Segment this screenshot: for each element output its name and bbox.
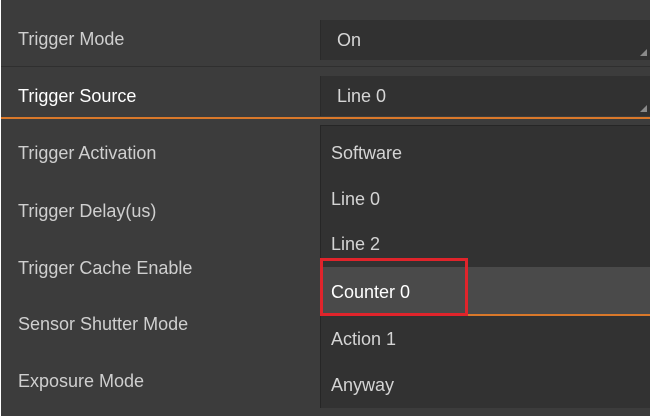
- resize-grip-icon: [640, 105, 647, 112]
- dropdown-option-anyway[interactable]: Anyway: [321, 360, 651, 404]
- dropdown-option-counter-0[interactable]: Counter 0: [321, 267, 651, 316]
- option-label: Software: [331, 143, 403, 163]
- trigger-source-dropdown-list[interactable]: Software Line 0 Line 2 Counter 0 Action …: [320, 125, 651, 408]
- option-label: Action 1: [331, 329, 397, 349]
- trigger-mode-value: On: [337, 30, 362, 50]
- property-label-trigger-delay: Trigger Delay(us): [18, 201, 157, 221]
- option-label: Counter 0: [331, 282, 411, 302]
- property-label-trigger-mode: Trigger Mode: [18, 29, 125, 49]
- camera-property-panel: Trigger Mode Trigger Source Trigger Acti…: [0, 0, 651, 416]
- row-divider: [0, 66, 651, 67]
- trigger-source-value-field[interactable]: Line 0: [320, 76, 651, 116]
- property-label-trigger-cache-enable: Trigger Cache Enable: [18, 258, 193, 278]
- option-label: Line 2: [331, 234, 381, 254]
- selected-row-underline: [0, 117, 651, 119]
- property-label-sensor-shutter-mode: Sensor Shutter Mode: [18, 314, 189, 334]
- property-label-exposure-mode: Exposure Mode: [18, 371, 145, 391]
- option-label: Anyway: [331, 375, 395, 395]
- dropdown-option-line-2[interactable]: Line 2: [321, 221, 651, 265]
- dropdown-option-software[interactable]: Software: [321, 130, 651, 174]
- option-label: Line 0: [331, 189, 381, 209]
- dropdown-option-action-1[interactable]: Action 1: [321, 316, 651, 360]
- resize-grip-icon: [640, 49, 647, 56]
- trigger-source-value: Line 0: [337, 86, 387, 106]
- property-label-trigger-source: Trigger Source: [18, 86, 137, 106]
- property-label-trigger-activation: Trigger Activation: [18, 143, 157, 163]
- trigger-mode-value-field[interactable]: On: [320, 20, 651, 60]
- dropdown-option-line-0[interactable]: Line 0: [321, 174, 651, 218]
- left-edge: [0, 0, 1, 416]
